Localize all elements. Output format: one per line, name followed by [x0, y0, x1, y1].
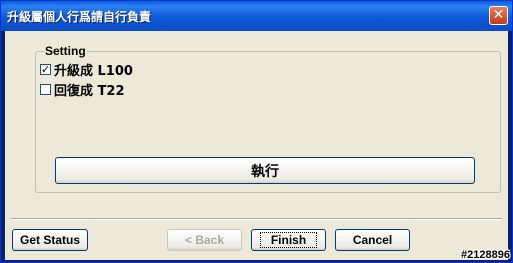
cancel-label: Cancel: [352, 233, 393, 247]
setting-groupbox: Setting ✓ 升級成 L100 回復成 T22 執行: [35, 44, 501, 193]
option-label-restore: 回復成 T22: [54, 83, 125, 99]
title-bar[interactable]: 升級屬個人行爲請自行負責 ✕: [1, 1, 512, 31]
option-restore-t22[interactable]: 回復成 T22: [40, 81, 125, 99]
close-button[interactable]: ✕: [489, 6, 508, 25]
get-status-button[interactable]: Get Status: [12, 229, 88, 251]
window-title: 升級屬個人行爲請自行負責: [7, 10, 152, 24]
option-label-upgrade: 升級成 L100: [54, 63, 133, 79]
dialog-body: Setting ✓ 升級成 L100 回復成 T22 執行 Get Status…: [5, 31, 508, 260]
execute-button[interactable]: 執行: [55, 157, 475, 184]
checkmark-icon: ✓: [41, 63, 51, 75]
groupbox-legend: Setting: [44, 44, 87, 58]
back-label: < Back: [184, 233, 225, 247]
checkbox-restore-t22[interactable]: [40, 83, 51, 95]
dialog-window: 升級屬個人行爲請自行負責 ✕ Setting ✓ 升級成 L100 回復成 T2…: [0, 0, 513, 263]
close-icon: ✕: [492, 7, 505, 23]
back-button[interactable]: < Back: [167, 229, 242, 251]
cancel-button[interactable]: Cancel: [335, 229, 410, 251]
footer-separator: [11, 218, 502, 220]
option-upgrade-l100[interactable]: ✓ 升級成 L100: [40, 61, 133, 79]
finish-button[interactable]: Finish: [251, 229, 326, 251]
watermark-id: #2128896: [461, 249, 510, 261]
finish-label: Finish: [259, 232, 318, 248]
checkbox-upgrade-l100[interactable]: ✓: [40, 63, 51, 75]
get-status-label: Get Status: [19, 233, 80, 247]
